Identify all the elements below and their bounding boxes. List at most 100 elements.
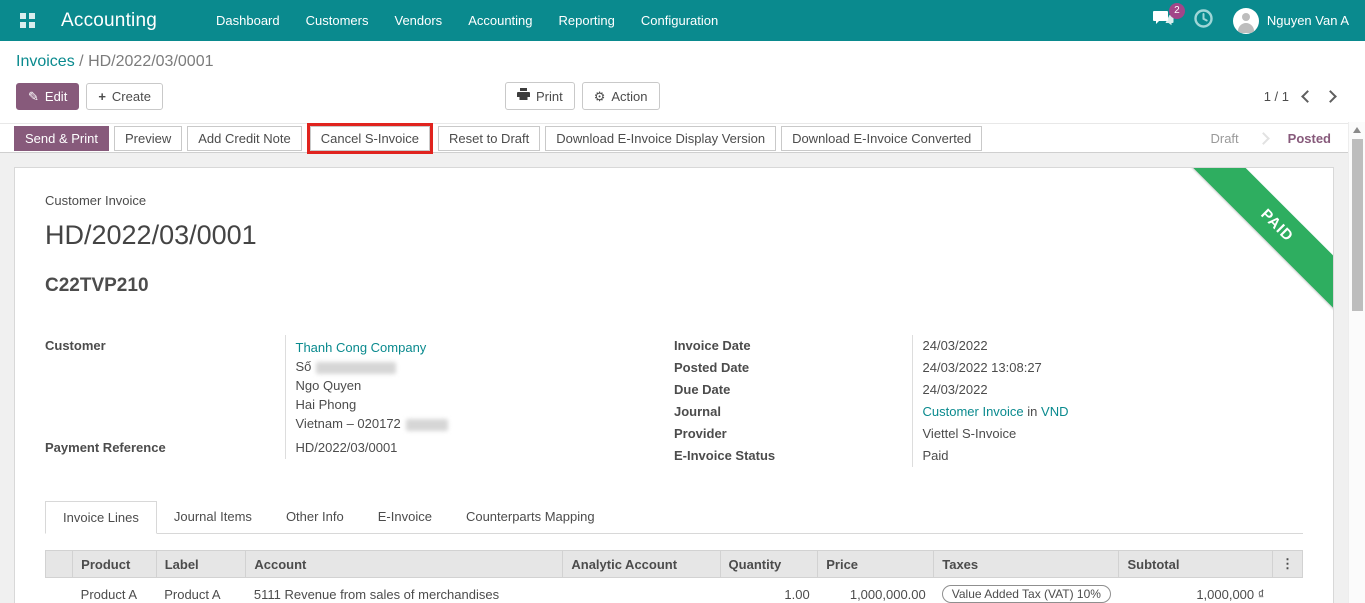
redacted-address <box>316 361 397 374</box>
cell-menu <box>1272 577 1303 603</box>
menu-vendors[interactable]: Vendors <box>381 0 455 41</box>
action-button[interactable]: ⚙ Action <box>581 82 660 110</box>
column-price: Price <box>817 550 935 578</box>
state-posted[interactable]: Posted <box>1278 131 1341 146</box>
column-account: Account <box>245 550 564 578</box>
breadcrumb-current: HD/2022/03/0001 <box>88 53 214 70</box>
column-label: Label <box>155 550 247 578</box>
breadcrumb: Invoices / HD/2022/03/0001 <box>0 41 1365 73</box>
print-action-group: Print ⚙ Action <box>505 82 660 110</box>
handle-column-header <box>44 550 74 578</box>
tax-pill: Value Added Tax (VAT) 10% <box>941 585 1111 603</box>
invoice-type-label: Customer Invoice <box>45 193 147 208</box>
tab-invoice-lines[interactable]: Invoice Lines <box>45 501 157 534</box>
invoice-number: HD/2022/03/0001 <box>45 220 257 250</box>
column-analytic-account: Analytic Account <box>562 550 721 578</box>
create-button[interactable]: + Create <box>86 83 163 110</box>
tab-journal-items[interactable]: Journal Items <box>157 501 269 534</box>
pager-next-icon[interactable] <box>1324 90 1337 103</box>
notebook: Invoice Lines Journal Items Other Info E… <box>44 501 1304 603</box>
payment-reference-value: HD/2022/03/0001 <box>284 437 674 459</box>
customer-value: Thanh Cong Company Số Ngo Quyen Hai Phon… <box>284 335 674 437</box>
optional-columns-toggle-icon[interactable]: ⋮ <box>1271 550 1304 578</box>
cell-price: 1,000,000.00 <box>817 577 934 603</box>
row-handle-cell <box>45 577 73 603</box>
cell-account: 5111 Revenue from sales of merchandises <box>245 577 563 603</box>
column-quantity: Quantity <box>719 550 819 578</box>
plus-icon: + <box>98 89 106 104</box>
menu-accounting[interactable]: Accounting <box>455 0 545 41</box>
download-einvoice-converted-button[interactable]: Download E-Invoice Converted <box>781 125 983 151</box>
print-button[interactable]: Print <box>505 82 575 110</box>
journal-value: Customer Invoice in VND <box>911 401 1303 423</box>
scroll-up-arrow-icon[interactable] <box>1349 122 1365 137</box>
left-field-group: Customer Thanh Cong Company Số Ngo Quyen… <box>45 335 674 467</box>
clock-icon <box>1194 8 1213 33</box>
preview-button[interactable]: Preview <box>114 125 183 151</box>
cell-analytic-account <box>562 577 721 603</box>
scrollbar-thumb[interactable] <box>1352 139 1363 311</box>
menu-dashboard[interactable]: Dashboard <box>203 0 293 41</box>
tab-counterparts-mapping[interactable]: Counterparts Mapping <box>449 501 612 534</box>
app-brand[interactable]: Accounting <box>61 10 157 32</box>
menu-customers[interactable]: Customers <box>293 0 382 41</box>
einvoice-reference: C22TVP210 <box>45 275 149 296</box>
einvoice-status-value: Paid <box>911 445 1303 467</box>
invoice-date-value: 24/03/2022 <box>911 335 1303 357</box>
control-panel: Invoices / HD/2022/03/0001 ✎ Edit + Crea… <box>0 41 1365 123</box>
column-product: Product <box>72 550 157 578</box>
breadcrumb-invoices[interactable]: Invoices <box>16 53 75 70</box>
cell-label: Product A <box>156 577 246 603</box>
tab-e-invoice[interactable]: E-Invoice <box>361 501 449 534</box>
edit-button[interactable]: ✎ Edit <box>16 83 80 110</box>
send-print-button[interactable]: Send & Print <box>14 125 109 151</box>
tab-other-info[interactable]: Other Info <box>269 501 361 534</box>
user-menu[interactable]: Nguyen Van A <box>1232 7 1349 34</box>
customer-link[interactable]: Thanh Cong Company <box>296 340 427 355</box>
table-header-row: Product Label Account Analytic Account Q… <box>44 550 1304 578</box>
state-draft[interactable]: Draft <box>1200 131 1248 146</box>
posted-date-value: 24/03/2022 13:08:27 <box>911 357 1303 379</box>
currency-link[interactable]: VND <box>1041 404 1068 419</box>
invoice-date-label: Invoice Date <box>674 338 751 353</box>
main-menu: Dashboard Customers Vendors Accounting R… <box>203 0 731 41</box>
printer-icon <box>517 88 530 104</box>
cell-product: Product A <box>72 577 157 603</box>
column-subtotal: Subtotal <box>1118 550 1273 578</box>
activities-button[interactable] <box>1194 8 1213 33</box>
top-navbar: Accounting Dashboard Customers Vendors A… <box>0 0 1365 41</box>
menu-configuration[interactable]: Configuration <box>628 0 731 41</box>
add-credit-note-button[interactable]: Add Credit Note <box>187 125 302 151</box>
einvoice-status-label: E-Invoice Status <box>674 448 776 463</box>
download-einvoice-display-button[interactable]: Download E-Invoice Display Version <box>545 125 777 151</box>
paid-ribbon: PAID <box>1182 168 1333 319</box>
invoice-line-row[interactable]: Product A Product A 5111 Revenue from sa… <box>45 577 1303 603</box>
menu-reporting[interactable]: Reporting <box>546 0 628 41</box>
due-date-value: 24/03/2022 <box>911 379 1303 401</box>
redacted-tax-id <box>405 418 448 431</box>
pager-value[interactable]: 1 / 1 <box>1264 89 1289 104</box>
journal-link[interactable]: Customer Invoice <box>923 404 1024 419</box>
form-view-container: PAID Customer Invoice HD/2022/03/0001 C2… <box>0 153 1365 603</box>
pager: 1 / 1 <box>1264 89 1349 104</box>
due-date-label: Due Date <box>674 382 731 397</box>
customer-label: Customer <box>45 338 106 353</box>
control-panel-buttons: ✎ Edit + Create Print ⚙ Action 1 / 1 <box>0 73 1365 123</box>
cancel-s-invoice-button[interactable]: Cancel S-Invoice <box>309 125 431 151</box>
apps-menu-icon[interactable] <box>20 13 35 28</box>
right-field-group: Invoice Date 24/03/2022 Posted Date 24/0… <box>674 335 1303 467</box>
invoice-fields-group: Customer Thanh Cong Company Số Ngo Quyen… <box>45 335 1303 467</box>
posted-date-label: Posted Date <box>674 360 750 375</box>
messages-button[interactable]: 2 <box>1152 2 1185 32</box>
pencil-icon: ✎ <box>28 89 39 104</box>
invoice-sheet: PAID Customer Invoice HD/2022/03/0001 C2… <box>14 167 1334 603</box>
payment-reference-label: Payment Reference <box>45 440 166 455</box>
column-taxes: Taxes <box>933 550 1120 578</box>
vertical-scrollbar[interactable] <box>1348 122 1365 603</box>
pager-previous-icon[interactable] <box>1301 90 1314 103</box>
gear-icon: ⚙ <box>593 88 606 104</box>
cell-quantity: 1.00 <box>720 577 818 603</box>
reset-to-draft-button[interactable]: Reset to Draft <box>438 125 541 151</box>
statusbar-states: Draft Posted <box>1200 131 1365 146</box>
notebook-tabs: Invoice Lines Journal Items Other Info E… <box>45 501 1303 534</box>
